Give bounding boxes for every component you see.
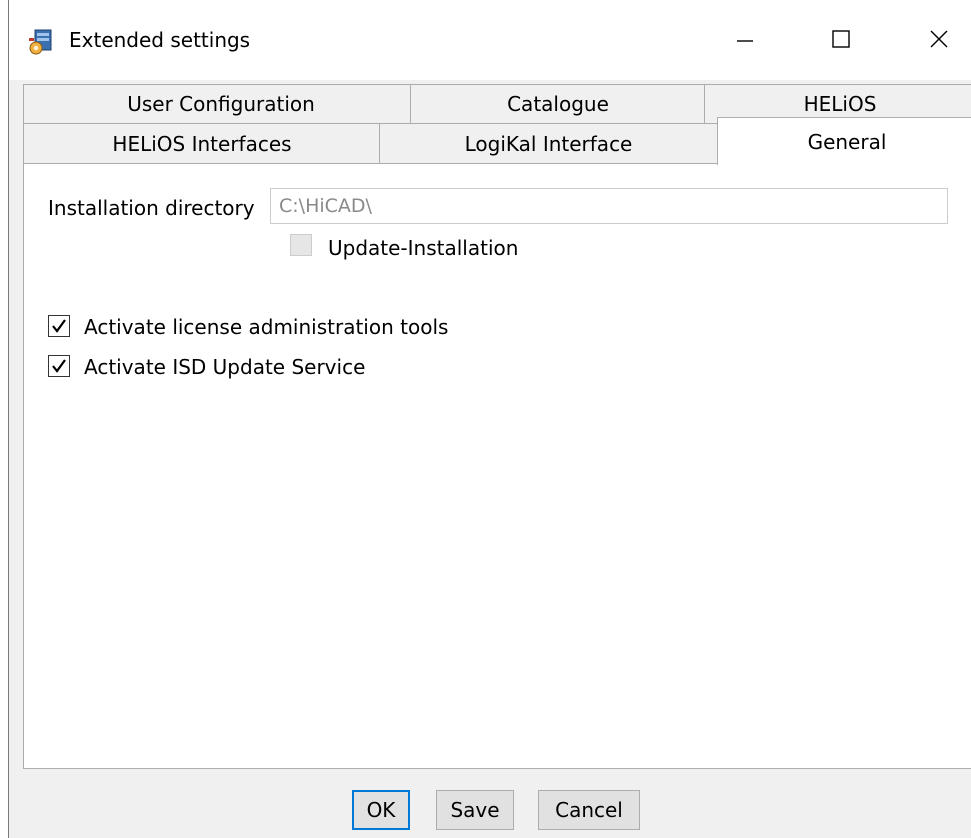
maximize-icon: [832, 30, 850, 48]
ok-button[interactable]: OK: [352, 790, 410, 830]
save-button[interactable]: Save: [436, 790, 514, 830]
tab-logikal-interface[interactable]: LogiKal Interface: [379, 123, 718, 164]
tab-helios-interfaces[interactable]: HELiOS Interfaces: [23, 123, 381, 164]
license-tools-checkbox[interactable]: [48, 315, 70, 337]
isd-update-checkbox[interactable]: [48, 355, 70, 377]
checkmark-icon: [52, 359, 66, 373]
installation-directory-label: Installation directory: [48, 196, 255, 220]
app-settings-icon: [27, 26, 57, 56]
tab-user-configuration[interactable]: User Configuration: [23, 84, 419, 124]
installation-directory-field[interactable]: C:\HiCAD\: [270, 188, 948, 224]
minimize-icon: [737, 40, 753, 42]
close-button[interactable]: [909, 14, 969, 64]
tab-general[interactable]: General: [717, 117, 971, 165]
update-installation-checkbox[interactable]: [290, 234, 312, 256]
maximize-button[interactable]: [811, 14, 871, 64]
title-bar: Extended settings: [9, 0, 971, 80]
isd-update-label: Activate ISD Update Service: [84, 355, 366, 379]
tab-catalogue[interactable]: Catalogue: [410, 84, 706, 124]
update-installation-label: Update-Installation: [328, 236, 519, 260]
window-title: Extended settings: [69, 28, 251, 52]
cancel-button[interactable]: Cancel: [538, 790, 640, 830]
checkmark-icon: [52, 319, 66, 333]
minimize-button[interactable]: [715, 14, 775, 64]
close-icon: [930, 30, 948, 48]
extended-settings-window: Extended settings User Configuration Cat…: [8, 0, 971, 838]
license-tools-label: Activate license administration tools: [84, 315, 449, 339]
